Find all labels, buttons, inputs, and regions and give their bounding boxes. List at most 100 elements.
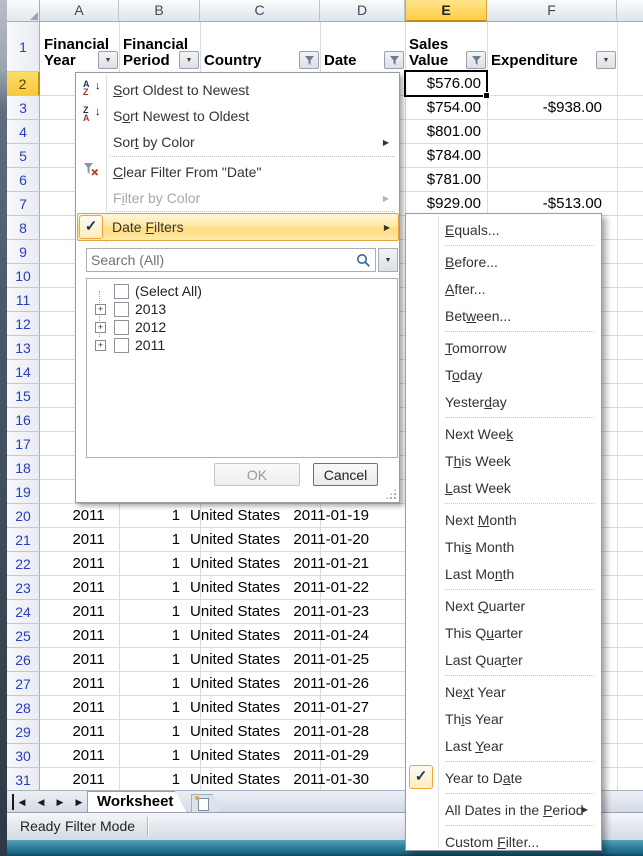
submenu-item[interactable]: ✓ Last Year ▶ <box>407 732 600 759</box>
cell-date[interactable]: 2011-01-20 <box>293 528 372 552</box>
cell-country[interactable]: United States <box>185 504 293 528</box>
tree-item-year[interactable]: + 2013 <box>87 300 397 318</box>
cell-date[interactable]: 2011-01-21 <box>293 552 372 576</box>
row-header[interactable]: 21 <box>7 528 40 552</box>
cell-financial-year[interactable]: 2011 <box>40 576 112 600</box>
submenu-item[interactable]: ✓ Last Month ▶ <box>407 560 600 587</box>
select-all-corner[interactable] <box>7 0 40 21</box>
submenu-item[interactable]: ✓ Next Week ▶ <box>407 420 600 447</box>
row-header[interactable]: 6 <box>7 168 40 192</box>
submenu-item[interactable]: ✓ Next Quarter ▶ <box>407 592 600 619</box>
sales-value-cell[interactable]: $754.00 <box>405 96 485 120</box>
row-header[interactable]: 9 <box>7 240 40 264</box>
submenu-item[interactable]: ✓ Next Year ▶ <box>407 678 600 705</box>
cell-financial-year[interactable]: 2011 <box>40 528 112 552</box>
cell-date[interactable]: 2011-01-23 <box>293 600 372 624</box>
row-header[interactable]: 18 <box>7 456 40 480</box>
tree-item-select-all[interactable]: (Select All) <box>87 282 397 300</box>
submenu-item[interactable]: ✓ Between... ▶ <box>407 302 600 329</box>
submenu-item[interactable]: ✓ All Dates in the Period ▶ <box>407 796 600 823</box>
row-header[interactable]: 24 <box>7 600 40 624</box>
sales-value-cell[interactable]: $784.00 <box>405 144 485 168</box>
tree-item-year[interactable]: + 2012 <box>87 318 397 336</box>
row-header[interactable]: 23 <box>7 576 40 600</box>
submenu-item[interactable]: ✓ Yesterday ▶ <box>407 388 600 415</box>
cell-date[interactable]: 2011-01-22 <box>293 576 372 600</box>
submenu-item[interactable]: ✓ Next Month ▶ <box>407 506 600 533</box>
submenu-item[interactable]: ✓ Custom Filter... ▶ <box>407 828 600 851</box>
submenu-item[interactable]: ✓ After... ▶ <box>407 275 600 302</box>
active-cell-e2[interactable]: $576.00 <box>404 70 488 97</box>
cell-financial-year[interactable]: 2011 <box>40 624 112 648</box>
submenu-item[interactable]: ✓ Last Quarter ▶ <box>407 646 600 673</box>
cell-country[interactable]: United States <box>185 600 293 624</box>
column-header-b[interactable]: B <box>119 0 200 21</box>
cell-financial-period[interactable]: 1 <box>112 624 185 648</box>
cell-date[interactable]: 2011-01-27 <box>293 696 372 720</box>
column-header-c[interactable]: C <box>200 0 320 21</box>
expand-plus-icon[interactable]: + <box>95 304 106 315</box>
fill-handle[interactable] <box>483 92 490 99</box>
row-header[interactable]: 31 <box>7 768 40 790</box>
cell-financial-period[interactable]: 1 <box>112 552 185 576</box>
menu-item-sort-newest[interactable]: ZA ↓ Sort Newest to Oldest <box>78 103 397 129</box>
row-header[interactable]: 16 <box>7 408 40 432</box>
row-header[interactable]: 10 <box>7 264 40 288</box>
cell-financial-year[interactable]: 2011 <box>40 648 112 672</box>
cell-date[interactable]: 2011-01-30 <box>293 768 372 790</box>
expenditure-cell-f3[interactable]: -$938.00 <box>487 96 617 120</box>
cell-financial-period[interactable]: 1 <box>112 744 185 768</box>
filter-button-date-open[interactable] <box>384 51 404 69</box>
filter-button-financial-year[interactable]: ▼ <box>98 51 118 69</box>
submenu-item[interactable]: ✓ This Quarter ▶ <box>407 619 600 646</box>
menu-item-sort-oldest[interactable]: AZ ↓ Sort Oldest to Newest <box>78 77 397 103</box>
cell-financial-year[interactable]: 2011 <box>40 600 112 624</box>
cell-financial-period[interactable]: 1 <box>112 696 185 720</box>
search-scope-dropdown[interactable]: ▼ <box>378 248 398 272</box>
column-header-d[interactable]: D <box>320 0 405 21</box>
row-header[interactable]: 8 <box>7 216 40 240</box>
filter-button-sales-value-filtered[interactable] <box>466 51 486 69</box>
cell-financial-period[interactable]: 1 <box>112 648 185 672</box>
row-header[interactable]: 20 <box>7 504 40 528</box>
cell-financial-period[interactable]: 1 <box>112 576 185 600</box>
last-sheet-button[interactable]: ▶ <box>71 794 89 810</box>
cell-financial-period[interactable]: 1 <box>112 672 185 696</box>
next-sheet-button[interactable]: ▶ <box>52 794 68 810</box>
row-header[interactable]: 30 <box>7 744 40 768</box>
expand-plus-icon[interactable]: + <box>95 322 106 333</box>
submenu-item[interactable]: ✓ Today ▶ <box>407 361 600 388</box>
column-header-f[interactable]: F <box>487 0 617 21</box>
cell-country[interactable]: United States <box>185 624 293 648</box>
cell-financial-period[interactable]: 1 <box>112 504 185 528</box>
row-header[interactable]: 17 <box>7 432 40 456</box>
cell-date[interactable]: 2011-01-25 <box>293 648 372 672</box>
cell-date[interactable]: 2011-01-24 <box>293 624 372 648</box>
cell-country[interactable]: United States <box>185 720 293 744</box>
row-header[interactable]: 5 <box>7 144 40 168</box>
column-header-a[interactable]: A <box>40 0 119 21</box>
row-header[interactable]: 27 <box>7 672 40 696</box>
menu-item-sort-by-color[interactable]: Sort by Color ▶ <box>78 129 397 155</box>
row-header[interactable]: 11 <box>7 288 40 312</box>
row-header[interactable]: 26 <box>7 648 40 672</box>
cell-date[interactable]: 2011-01-28 <box>293 720 372 744</box>
row-header-1[interactable]: 1 <box>7 22 40 72</box>
row-header[interactable]: 25 <box>7 624 40 648</box>
submenu-item[interactable]: ✓ Last Week ▶ <box>407 474 600 501</box>
filter-button-country-filtered[interactable] <box>299 51 319 69</box>
cell-country[interactable]: United States <box>185 528 293 552</box>
cell-financial-year[interactable]: 2011 <box>40 696 112 720</box>
cancel-button[interactable]: Cancel <box>313 463 378 486</box>
row-header[interactable]: 7 <box>7 192 40 216</box>
cell-financial-year[interactable]: 2011 <box>40 672 112 696</box>
year-checkbox[interactable] <box>114 320 129 335</box>
insert-worksheet-tab[interactable] <box>191 794 221 813</box>
cell-financial-year[interactable]: 2011 <box>40 720 112 744</box>
year-checkbox[interactable] <box>114 338 129 353</box>
cell-financial-period[interactable]: 1 <box>112 600 185 624</box>
first-sheet-button[interactable]: ◀ <box>12 794 30 810</box>
cell-country[interactable]: United States <box>185 744 293 768</box>
cell-date[interactable]: 2011-01-19 <box>293 504 372 528</box>
column-header-e-selected[interactable]: E <box>405 0 487 22</box>
